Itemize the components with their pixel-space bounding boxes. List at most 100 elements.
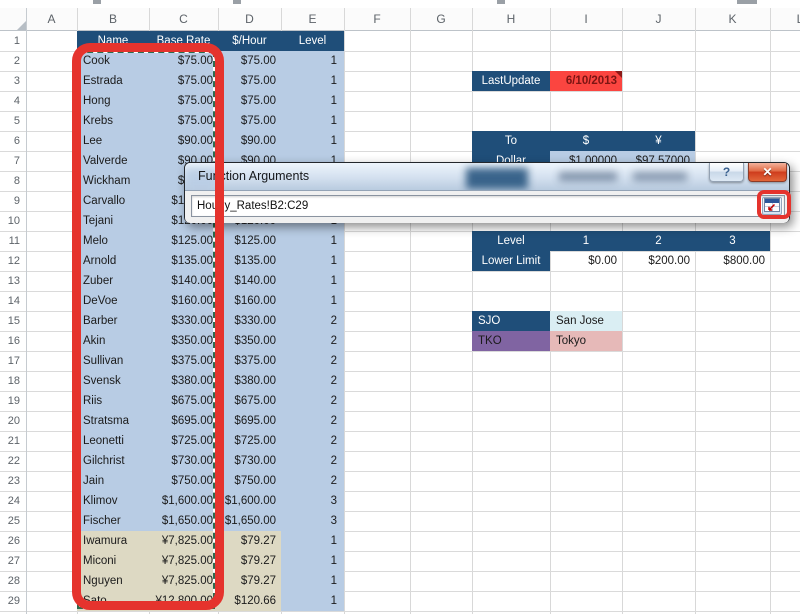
cell-level[interactable]: 1: [281, 91, 344, 111]
row-header-8[interactable]: 8: [0, 171, 20, 191]
cell-level[interactable]: 1: [281, 251, 344, 271]
header-cell-level[interactable]: Level: [281, 31, 344, 51]
column-header-B[interactable]: B: [77, 8, 149, 31]
cell-level[interactable]: 1: [281, 291, 344, 311]
column-header-K[interactable]: K: [695, 8, 770, 31]
cell-per-hour[interactable]: $90.00: [218, 131, 281, 151]
cell-per-hour[interactable]: $125.00: [218, 231, 281, 251]
cell-level[interactable]: 1: [281, 271, 344, 291]
cell-level[interactable]: 1: [281, 571, 344, 591]
cell-per-hour[interactable]: $725.00: [218, 431, 281, 451]
row-header-17[interactable]: 17: [0, 351, 20, 371]
cell-level[interactable]: 2: [281, 451, 344, 471]
row-header-29[interactable]: 29: [0, 591, 20, 611]
lower-limit-2[interactable]: $200.00: [622, 251, 695, 271]
column-header-H[interactable]: H: [472, 8, 550, 31]
dialog-titlebar[interactable]: Function Arguments ? ✕: [185, 163, 789, 191]
row-header-19[interactable]: 19: [0, 391, 20, 411]
column-header-D[interactable]: D: [218, 8, 281, 31]
row-header-23[interactable]: 23: [0, 471, 20, 491]
cell-per-hour[interactable]: $120.66: [218, 591, 281, 611]
row-header-15[interactable]: 15: [0, 311, 20, 331]
cell-per-hour[interactable]: $79.27: [218, 571, 281, 591]
level-1-header[interactable]: 1: [550, 231, 622, 251]
close-button[interactable]: ✕: [748, 163, 787, 182]
cell-per-hour[interactable]: $380.00: [218, 371, 281, 391]
cell-level[interactable]: 1: [281, 551, 344, 571]
office-sjo-city[interactable]: San Jose: [550, 311, 622, 331]
cell-per-hour[interactable]: $79.27: [218, 551, 281, 571]
lower-limit-label[interactable]: Lower Limit: [472, 251, 550, 271]
row-header-10[interactable]: 10: [0, 211, 20, 231]
cell-level[interactable]: 2: [281, 371, 344, 391]
row-header-18[interactable]: 18: [0, 371, 20, 391]
row-header-20[interactable]: 20: [0, 411, 20, 431]
help-button[interactable]: ?: [709, 163, 744, 182]
row-header-6[interactable]: 6: [0, 131, 20, 151]
row-header-2[interactable]: 2: [0, 51, 20, 71]
cell-level[interactable]: 2: [281, 331, 344, 351]
cell-per-hour[interactable]: $140.00: [218, 271, 281, 291]
row-header-9[interactable]: 9: [0, 191, 20, 211]
column-header-E[interactable]: E: [281, 8, 344, 31]
cell-level[interactable]: 1: [281, 591, 344, 611]
cell-per-hour[interactable]: $730.00: [218, 451, 281, 471]
cell-level[interactable]: 3: [281, 491, 344, 511]
cell-level[interactable]: 2: [281, 351, 344, 371]
column-header-A[interactable]: A: [26, 8, 77, 31]
column-header-I[interactable]: I: [550, 8, 622, 31]
cell-level[interactable]: 1: [281, 531, 344, 551]
row-header-11[interactable]: 11: [0, 231, 20, 251]
last-update-label-cell[interactable]: LastUpdate: [472, 71, 550, 91]
cell-per-hour[interactable]: $350.00: [218, 331, 281, 351]
column-header-G[interactable]: G: [410, 8, 472, 31]
office-tko-city[interactable]: Tokyo: [550, 331, 622, 351]
cell-level[interactable]: 3: [281, 511, 344, 531]
cell-level[interactable]: 2: [281, 471, 344, 491]
cell-per-hour[interactable]: $75.00: [218, 111, 281, 131]
row-header-27[interactable]: 27: [0, 551, 20, 571]
row-header-13[interactable]: 13: [0, 271, 20, 291]
range-reference-input[interactable]: Hourly_Rates!B2:C29: [191, 195, 785, 217]
cell-level[interactable]: 1: [281, 111, 344, 131]
row-header-14[interactable]: 14: [0, 291, 20, 311]
header-cell-per-hour[interactable]: $/Hour: [218, 31, 281, 51]
row-header-28[interactable]: 28: [0, 571, 20, 591]
cell-per-hour[interactable]: $1,650.00: [218, 511, 281, 531]
cell-level[interactable]: 2: [281, 411, 344, 431]
cell-level[interactable]: 1: [281, 131, 344, 151]
cell-per-hour[interactable]: $75.00: [218, 51, 281, 71]
level-3-header[interactable]: 3: [695, 231, 770, 251]
level-header-label[interactable]: Level: [472, 231, 550, 251]
row-header-4[interactable]: 4: [0, 91, 20, 111]
last-update-date-cell[interactable]: 6/10/2013: [550, 71, 622, 91]
cell-level[interactable]: 1: [281, 231, 344, 251]
cell-per-hour[interactable]: $375.00: [218, 351, 281, 371]
exchange-dollar-header[interactable]: $: [550, 131, 622, 151]
cell-per-hour[interactable]: $75.00: [218, 71, 281, 91]
row-header-7[interactable]: 7: [0, 151, 20, 171]
row-header-26[interactable]: 26: [0, 531, 20, 551]
office-tko-code[interactable]: TKO: [472, 331, 550, 351]
cell-per-hour[interactable]: $135.00: [218, 251, 281, 271]
office-sjo-code[interactable]: SJO: [472, 311, 550, 331]
column-header-L[interactable]: L: [770, 8, 800, 31]
row-header-21[interactable]: 21: [0, 431, 20, 451]
cell-per-hour[interactable]: $79.27: [218, 531, 281, 551]
row-header-22[interactable]: 22: [0, 451, 20, 471]
row-header-24[interactable]: 24: [0, 491, 20, 511]
exchange-to-header[interactable]: To: [472, 131, 550, 151]
row-header-3[interactable]: 3: [0, 71, 20, 91]
cell-level[interactable]: 2: [281, 431, 344, 451]
row-header-12[interactable]: 12: [0, 251, 20, 271]
exchange-yen-header[interactable]: ¥: [622, 131, 695, 151]
lower-limit-3[interactable]: $800.00: [695, 251, 770, 271]
cell-per-hour[interactable]: $675.00: [218, 391, 281, 411]
cell-per-hour[interactable]: $75.00: [218, 91, 281, 111]
row-header-1[interactable]: 1: [0, 31, 20, 51]
cell-per-hour[interactable]: $750.00: [218, 471, 281, 491]
level-2-header[interactable]: 2: [622, 231, 695, 251]
row-header-5[interactable]: 5: [0, 111, 20, 131]
cell-per-hour[interactable]: $695.00: [218, 411, 281, 431]
column-header-J[interactable]: J: [622, 8, 695, 31]
